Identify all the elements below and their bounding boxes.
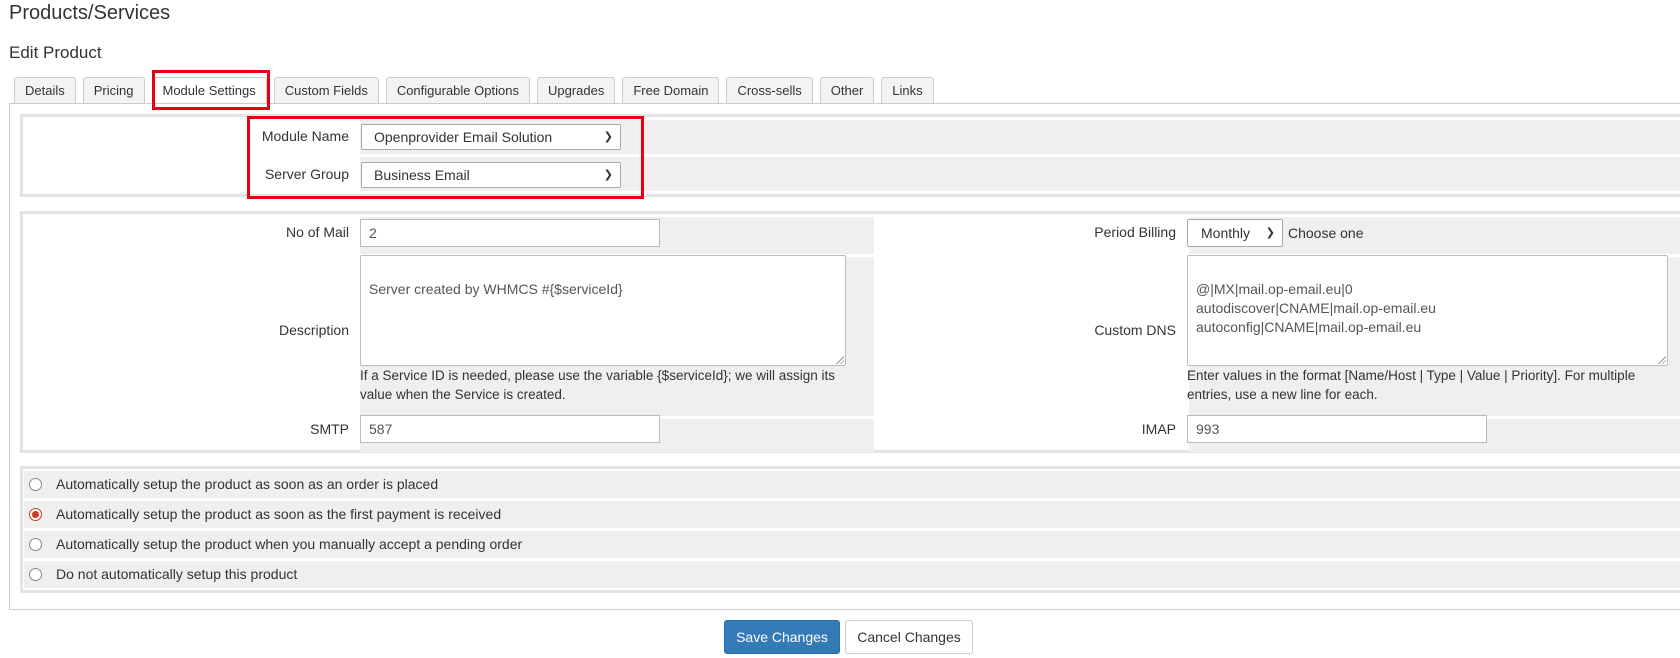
setup-option-label: Automatically setup the product as soon …: [56, 506, 502, 522]
resize-handle-icon[interactable]: [836, 356, 844, 364]
chevron-down-icon: ❯: [603, 131, 613, 143]
period-billing-help: Choose one: [1288, 225, 1364, 241]
tab-custom-fields[interactable]: Custom Fields: [273, 77, 379, 104]
setup-option-label: Automatically setup the product when you…: [56, 536, 523, 552]
custom-dns-textarea[interactable]: @|MX|mail.op-email.eu|0 autodiscover|CNA…: [1187, 255, 1668, 366]
description-help: If a Service ID is needed, please use th…: [360, 368, 835, 402]
setup-option-row[interactable]: Automatically setup the product as soon …: [24, 501, 1680, 528]
tab-module-settings[interactable]: Module Settings: [151, 77, 267, 105]
period-billing-label: Period Billing: [1094, 224, 1176, 240]
resize-handle-icon[interactable]: [1658, 356, 1666, 364]
radio-on-order[interactable]: [29, 478, 42, 491]
server-group-select[interactable]: Business Email ❯: [361, 162, 621, 188]
custom-dns-help: Enter values in the format [Name/Host | …: [1187, 368, 1636, 402]
setup-option-row[interactable]: Do not automatically setup this product: [24, 561, 1680, 588]
smtp-label: SMTP: [310, 421, 349, 437]
tab-bar: Details Pricing Module Settings Custom F…: [14, 77, 941, 105]
no-of-mail-label: No of Mail: [285, 224, 349, 240]
setup-option-row[interactable]: Automatically setup the product as soon …: [24, 471, 1680, 498]
server-group-label: Server Group: [264, 166, 349, 182]
tab-cross-sells[interactable]: Cross-sells: [726, 77, 813, 104]
tab-details[interactable]: Details: [14, 77, 76, 104]
module-name-label: Module Name: [261, 128, 349, 144]
custom-dns-text: @|MX|mail.op-email.eu|0 autodiscover|CNA…: [1196, 281, 1436, 335]
chevron-down-icon: ❯: [1265, 227, 1275, 239]
custom-dns-label: Custom DNS: [1094, 322, 1176, 338]
radio-on-payment[interactable]: [29, 508, 42, 521]
tab-configurable-options[interactable]: Configurable Options: [385, 77, 530, 104]
radio-no-setup[interactable]: [29, 568, 42, 581]
setup-option-label: Do not automatically setup this product: [56, 566, 298, 582]
period-billing-value: Monthly: [1201, 225, 1251, 241]
chevron-down-icon: ❯: [603, 169, 613, 181]
tab-links[interactable]: Links: [881, 77, 934, 104]
save-changes-button[interactable]: Save Changes: [724, 620, 840, 654]
period-billing-select[interactable]: Monthly ❯: [1187, 219, 1283, 247]
server-group-value: Business Email: [374, 167, 470, 183]
setup-option-label: Automatically setup the product as soon …: [56, 476, 439, 492]
smtp-input[interactable]: 587: [360, 415, 660, 443]
tab-free-domain[interactable]: Free Domain: [622, 77, 720, 104]
no-of-mail-input[interactable]: 2: [360, 219, 660, 247]
edit-product-heading: Edit Product: [9, 43, 102, 62]
tab-upgrades[interactable]: Upgrades: [536, 77, 616, 104]
module-name-value: Openprovider Email Solution: [374, 129, 553, 145]
module-settings-box: [20, 114, 1680, 197]
tab-other[interactable]: Other: [819, 77, 875, 104]
tab-pricing[interactable]: Pricing: [82, 77, 145, 104]
module-name-select[interactable]: Openprovider Email Solution ❯: [361, 124, 621, 150]
imap-input[interactable]: 993: [1187, 415, 1487, 443]
setup-option-row[interactable]: Automatically setup the product when you…: [24, 531, 1680, 558]
description-label: Description: [278, 322, 349, 338]
radio-on-accept[interactable]: [29, 538, 42, 551]
page-title: Products/Services: [9, 2, 171, 24]
imap-label: IMAP: [1141, 421, 1176, 437]
description-textarea[interactable]: Server created by WHMCS #{$serviceId}: [360, 255, 846, 366]
cancel-changes-button[interactable]: Cancel Changes: [845, 620, 973, 654]
description-text: Server created by WHMCS #{$serviceId}: [369, 281, 623, 297]
